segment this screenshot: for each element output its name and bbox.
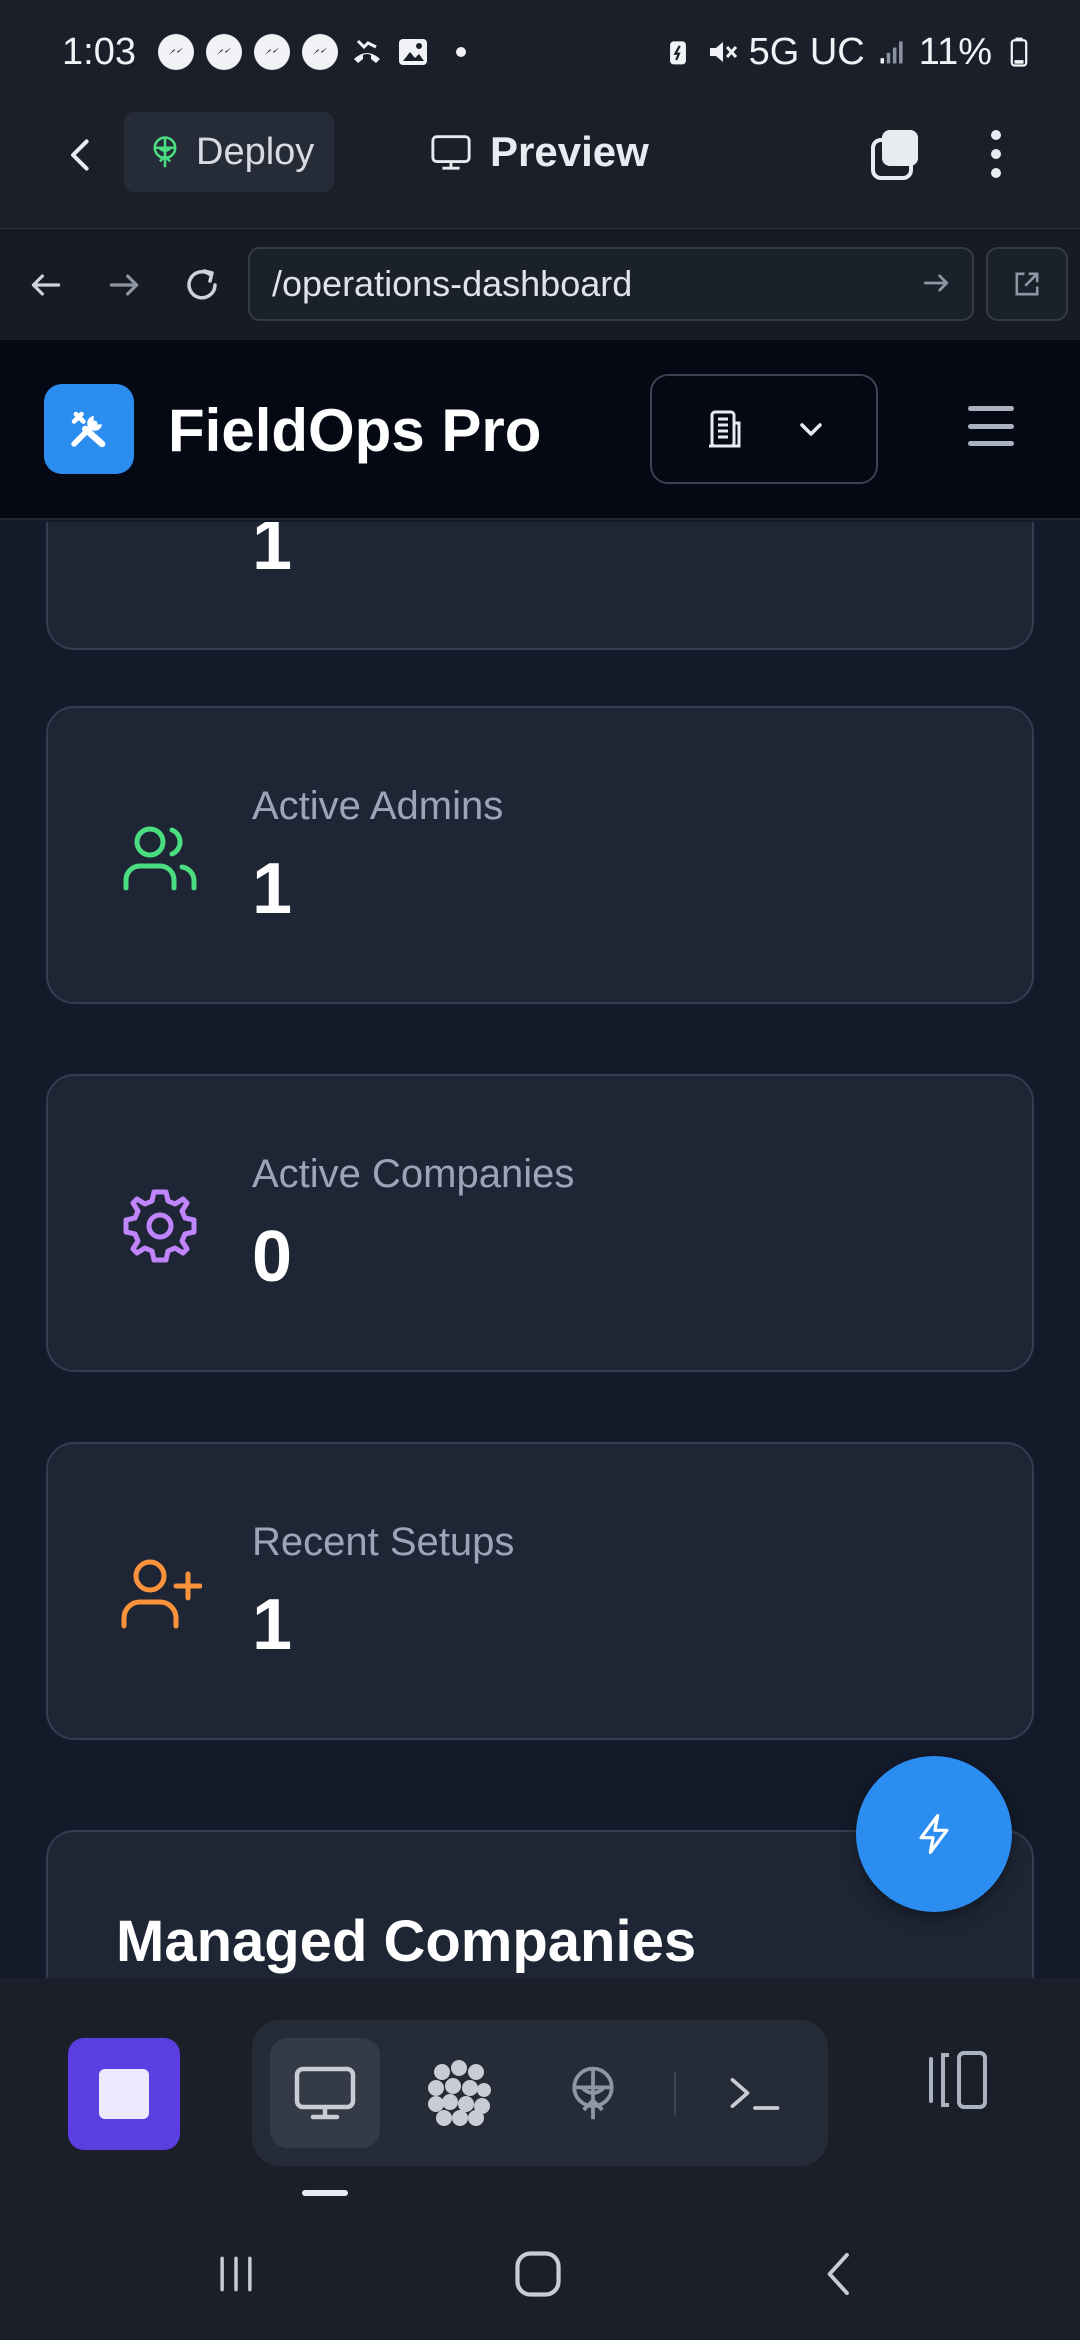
stat-label: Active Admins — [252, 784, 504, 828]
stat-label: Active Companies — [252, 1152, 575, 1196]
deploy-icon — [572, 2066, 614, 2120]
reload-button[interactable] — [174, 257, 230, 313]
home-icon — [515, 2251, 561, 2297]
more-notifications-dot — [455, 47, 466, 57]
chevron-left-icon — [71, 139, 89, 171]
battery-saver-icon — [661, 35, 695, 69]
stat-value: 1 — [252, 1585, 293, 1665]
open-external-button[interactable] — [986, 247, 1068, 321]
mute-icon — [705, 35, 739, 69]
stat-label: Recent Setups — [252, 1520, 515, 1564]
back-button[interactable] — [56, 130, 106, 180]
stop-button[interactable] — [68, 2038, 180, 2150]
messenger-icon — [253, 34, 290, 70]
deploy-button[interactable]: Deploy — [124, 112, 334, 192]
stop-icon — [99, 2069, 149, 2119]
preview-tool-button[interactable] — [270, 2038, 380, 2148]
status-bar: 1:03 5G UC 11% — [0, 0, 1080, 104]
tabs-icon — [871, 130, 918, 180]
gear-icon — [123, 1189, 197, 1263]
tools-icon — [71, 411, 106, 448]
more-dot — [991, 168, 1001, 178]
bottom-toolbar — [0, 1978, 1080, 2200]
user-plus-icon — [121, 1559, 202, 1629]
url-input[interactable]: /operations-dashboard — [248, 247, 974, 321]
split-view-icon — [929, 2051, 987, 2109]
back-icon — [827, 2252, 849, 2296]
system-navigation-bar — [0, 2200, 1080, 2340]
active-tab-indicator — [302, 2190, 348, 2196]
terminal-icon — [730, 2078, 780, 2110]
stat-card-recent-setups: Recent Setups 1 — [46, 1442, 1034, 1740]
deploy-label: Deploy — [196, 130, 315, 173]
section-title: Managed Companies — [116, 1909, 697, 1974]
arrow-left-icon — [31, 274, 61, 296]
monitor-icon — [431, 135, 471, 170]
console-tool-button[interactable] — [700, 2038, 810, 2148]
tool-separator — [674, 2072, 676, 2116]
stat-value: 0 — [252, 1217, 293, 1297]
recent-apps-button[interactable] — [206, 2244, 266, 2304]
messenger-icon — [301, 34, 338, 70]
chevron-down-icon — [800, 423, 822, 436]
browser-back-button[interactable] — [18, 257, 74, 313]
stat-card-partial: 1 — [46, 522, 1034, 650]
preview-tab[interactable]: Preview — [430, 122, 649, 182]
arrow-right-icon — [109, 274, 139, 296]
app-logo[interactable] — [44, 384, 134, 474]
stat-value: 1 — [252, 849, 293, 929]
tabs-button[interactable] — [868, 126, 924, 182]
stat-value: 1 — [252, 522, 293, 585]
company-selector[interactable] — [650, 374, 878, 484]
home-button[interactable] — [508, 2244, 568, 2304]
more-dot — [991, 149, 1001, 159]
menu-line — [968, 423, 1014, 429]
url-bar: /operations-dashboard — [0, 228, 1080, 340]
deploy-icon — [153, 136, 177, 168]
preview-label: Preview — [490, 128, 649, 175]
brand-name: FieldOps Pro — [168, 397, 542, 464]
lightning-icon — [919, 1813, 949, 1855]
stat-card-active-companies: Active Companies 0 — [46, 1074, 1034, 1372]
go-arrow-icon[interactable] — [918, 265, 954, 301]
menu-line — [968, 406, 1014, 411]
layout-button[interactable] — [918, 2042, 994, 2118]
quick-action-button[interactable] — [856, 1756, 1012, 1912]
network-type: 5G UC — [748, 30, 865, 73]
site-header: FieldOps Pro — [0, 340, 1080, 520]
reload-icon — [187, 269, 217, 300]
battery-icon — [1002, 35, 1036, 69]
preview-app-bar: Deploy Preview — [0, 104, 1080, 228]
more-options-button[interactable] — [976, 126, 1016, 182]
status-time: 1:03 — [62, 30, 136, 73]
monitor-icon — [294, 2066, 356, 2120]
image-icon — [396, 35, 430, 69]
external-link-icon — [1015, 272, 1039, 296]
menu-line — [968, 441, 1014, 446]
users-icon — [123, 826, 197, 891]
ai-agent-icon — [428, 2060, 491, 2126]
system-back-button[interactable] — [810, 2244, 870, 2304]
tool-switcher — [252, 2020, 828, 2166]
browser-forward-button[interactable] — [96, 257, 152, 313]
signal-icon — [875, 35, 909, 69]
missed-call-icon — [350, 35, 384, 69]
messenger-icon — [205, 34, 242, 70]
stat-card-active-admins: Active Admins 1 — [46, 706, 1034, 1004]
battery-percent: 11% — [918, 30, 992, 73]
menu-button[interactable] — [968, 406, 1014, 446]
deploy-tool-button[interactable] — [538, 2038, 648, 2148]
more-dot — [991, 130, 1001, 140]
agent-tool-button[interactable] — [404, 2038, 514, 2148]
messenger-icon — [157, 34, 194, 70]
card-icon — [118, 522, 202, 528]
url-text: /operations-dashboard — [272, 263, 633, 304]
recent-apps-icon — [220, 2256, 252, 2292]
building-icon — [709, 410, 741, 448]
